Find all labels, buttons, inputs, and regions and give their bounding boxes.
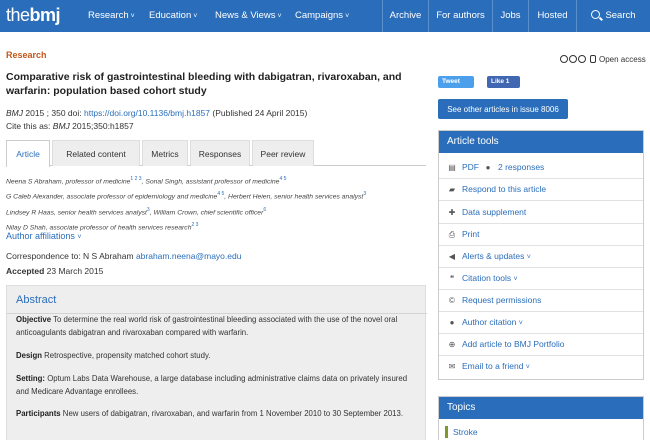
tab-metrics[interactable]: Metrics	[142, 140, 188, 166]
chevron-down-icon: ˅	[277, 13, 282, 20]
citation-tools-toggle[interactable]: ❝ Citation tools ˅	[447, 273, 518, 283]
author-link[interactable]: G Caleb Alexander, associate professor o…	[6, 194, 217, 201]
abstract-setting: Setting: Optum Labs Data Warehouse, a la…	[16, 374, 408, 396]
abstract-objective: Objective To determine the real world ri…	[16, 315, 398, 337]
user-icon: ●	[449, 318, 455, 327]
doi-link[interactable]: https://doi.org/10.1136/bmj.h1857	[84, 108, 210, 118]
chevron-down-icon: ˅	[130, 13, 135, 20]
pdf-link[interactable]: ▤ PDF	[447, 162, 479, 172]
author-list: Neena S Abraham, professor of medicine1 …	[6, 176, 367, 232]
nav-archive[interactable]: Archive	[382, 0, 428, 32]
nav-news-views[interactable]: News & Views ˅	[215, 10, 282, 21]
bmj-logo[interactable]: thebmj	[6, 5, 61, 26]
email-link[interactable]: abraham.neena@mayo.edu	[136, 251, 242, 261]
tab-related-content[interactable]: Related content	[52, 140, 140, 166]
top-navbar: thebmj Research ˅ Education ˅ News & Views…	[0, 0, 650, 32]
author-affiliations-toggle[interactable]: Author affiliations ˅	[6, 231, 82, 241]
abstract-panel: Abstract Objective To determine the real…	[6, 285, 427, 440]
cc-license-icon	[560, 55, 568, 63]
open-access-badge: Open access	[560, 55, 646, 64]
data-supplement-link[interactable]: ✚ Data supplement	[447, 207, 527, 217]
chevron-down-icon: ˅	[345, 13, 350, 20]
abstract-design: Design Retrospective, propensity matched…	[16, 351, 211, 360]
request-permissions-link[interactable]: © Request permissions	[447, 295, 541, 305]
divider	[439, 178, 643, 179]
cite-as: Cite this as: BMJ 2015;350:h1857	[6, 121, 134, 131]
topic-stroke-link[interactable]: Stroke	[453, 427, 478, 437]
divider	[439, 355, 643, 356]
tab-peer-review[interactable]: Peer review	[252, 140, 314, 166]
alerts-updates-toggle[interactable]: ◀ Alerts & updates ˅	[447, 251, 531, 261]
nav-hosted[interactable]: Hosted	[528, 0, 576, 32]
envelope-icon: ✉	[448, 362, 456, 371]
nav-campaigns[interactable]: Campaigns ˅	[295, 10, 349, 21]
chevron-down-icon: ˅	[77, 234, 82, 241]
article-citation: BMJ 2015 ; 350 doi: https://doi.org/10.1…	[6, 108, 308, 118]
pdf-icon: ▤	[448, 163, 456, 172]
article-tabs: Article Related content Metrics Response…	[6, 140, 426, 167]
megaphone-icon: ◀	[448, 252, 456, 261]
nav-search[interactable]: Search	[576, 0, 650, 32]
article-title: Comparative risk of gastrointestinal ble…	[6, 71, 402, 97]
print-icon: ⎙	[448, 230, 456, 239]
section-label: Research	[6, 50, 47, 60]
open-access-icon	[590, 55, 596, 63]
abstract-heading: Abstract	[16, 294, 57, 306]
article-tools-heading: Article tools	[439, 131, 643, 153]
topic-marker	[445, 426, 448, 438]
cc-nc-icon	[578, 55, 586, 63]
divider	[439, 289, 643, 290]
copyright-icon: ©	[449, 296, 455, 305]
article-tools-panel: Article tools ▤ PDF ● 2 responses ▰ Respond…	[438, 130, 644, 380]
author-link[interactable]: Nilay D Shah, associate professor of hea…	[6, 224, 192, 231]
abstract-participants: Participants New users of dabigatran, ri…	[16, 409, 404, 418]
tweet-button[interactable]: Tweet	[438, 76, 474, 88]
see-issue-button[interactable]: See other articles in issue 8006	[438, 99, 568, 119]
divider	[439, 245, 643, 246]
divider	[439, 200, 643, 201]
chevron-down-icon: ˅	[526, 254, 531, 261]
plus-icon: ✚	[448, 208, 456, 217]
quote-icon: ❝	[449, 274, 455, 283]
topics-panel: Topics Stroke	[438, 396, 644, 440]
add-to-portfolio-link[interactable]: ⊕ Add article to BMJ Portfolio	[447, 339, 565, 349]
facebook-like-button[interactable]: Like 1	[487, 76, 520, 88]
chevron-down-icon: ˅	[193, 13, 198, 20]
divider	[439, 267, 643, 268]
author-link[interactable]: Neena S Abraham, professor of medicine	[6, 178, 130, 185]
comment-icon: ●	[485, 163, 491, 172]
author-citation-toggle[interactable]: ● Author citation ˅	[447, 317, 523, 327]
author-link[interactable]: Lindsey R Haas, senior health services a…	[6, 209, 147, 216]
print-link[interactable]: ⎙ Print	[447, 229, 480, 240]
cc-by-icon	[569, 55, 577, 63]
plus-circle-icon: ⊕	[448, 340, 456, 349]
divider	[439, 333, 643, 334]
email-friend-link[interactable]: ✉ Email to a friend ˅	[447, 361, 530, 371]
responses-link[interactable]: ● 2 responses	[483, 162, 545, 172]
chevron-down-icon: ˅	[513, 276, 518, 283]
respond-link[interactable]: ▰ Respond to this article	[447, 184, 546, 194]
author-link[interactable]: , Herbert Heien, senior health services …	[224, 194, 363, 201]
search-icon	[591, 10, 601, 19]
topics-heading: Topics	[439, 397, 643, 419]
tab-article[interactable]: Article	[6, 140, 50, 167]
correspondence: Correspondence to: N S Abraham abraham.n…	[6, 251, 242, 261]
author-link[interactable]: , William Crown, chief scientific office…	[150, 209, 264, 216]
accepted-date: Accepted 23 March 2015	[6, 266, 104, 276]
divider	[439, 311, 643, 312]
nav-jobs[interactable]: Jobs	[492, 0, 528, 32]
nav-education[interactable]: Education ˅	[149, 10, 197, 21]
nav-for-authors[interactable]: For authors	[428, 0, 492, 32]
tab-responses[interactable]: Responses	[190, 140, 250, 166]
chevron-down-icon: ˅	[518, 320, 523, 327]
author-link[interactable]: , Sonal Singh, assistant professor of me…	[142, 178, 280, 185]
chevron-down-icon: ˅	[525, 364, 530, 371]
reply-icon: ▰	[448, 185, 456, 194]
divider	[439, 223, 643, 224]
nav-research[interactable]: Research ˅	[88, 10, 135, 21]
